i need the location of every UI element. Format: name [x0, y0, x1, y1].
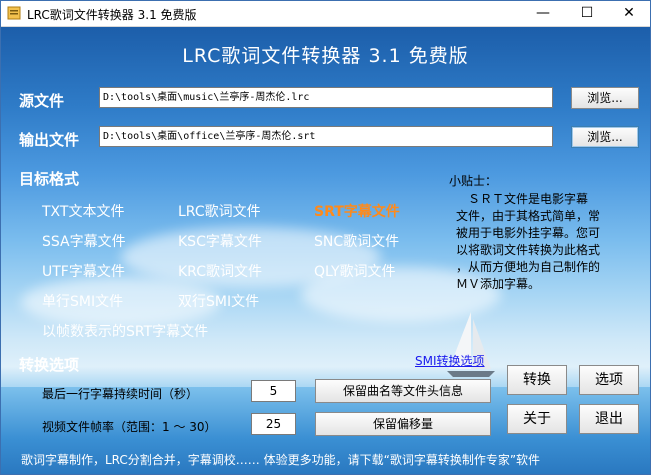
format-krc[interactable]: KRC歌词文件 [178, 261, 262, 281]
source-file-input[interactable]: D:\tools\桌面\music\兰亭序-周杰伦.lrc [99, 87, 553, 108]
sailboat-image [447, 312, 495, 377]
format-srt-selected[interactable]: SRT字幕文件 [314, 201, 400, 221]
last-duration-input[interactable]: 5 [251, 380, 296, 402]
output-file-label: 输出文件 [19, 131, 80, 149]
window-title: LRC歌词文件转换器 3.1 免费版 [27, 8, 197, 22]
tip-title: 小贴士： [449, 174, 498, 188]
target-format-label: 目标格式 [19, 170, 80, 188]
convert-button[interactable]: 转换 [507, 365, 567, 395]
app-window: LRC歌词文件转换器 3.1 免费版 — ☐ ✕ LRC歌词文件转换器 3.1 … [0, 0, 651, 475]
tip-line: 文件，由于其格式简单，常 [456, 209, 601, 223]
options-button[interactable]: 选项 [579, 365, 639, 395]
format-frame-srt[interactable]: 以帧数表示的SRT字幕文件 [42, 321, 208, 341]
tip-line: 被用于电影外挂字幕。您可 [456, 226, 601, 240]
tip-line: ，从而方便地为自己制作的 [456, 260, 601, 274]
footer-promo-text[interactable]: 歌词字幕制作，LRC分割合并，字幕调校…… 体验更多功能，请下载“歌词字幕转换制… [21, 451, 540, 468]
output-browse-button[interactable]: 浏览... [571, 126, 639, 148]
main-panel: LRC歌词文件转换器 3.1 免费版 源文件 D:\tools\桌面\music… [1, 27, 650, 474]
close-button[interactable]: ✕ [609, 1, 649, 26]
frame-rate-input[interactable]: 25 [251, 413, 296, 435]
last-duration-label: 最后一行字幕持续时间（秒） [42, 387, 199, 401]
conversion-options-label: 转换选项 [19, 356, 80, 374]
tip-line: 以将歌词文件转换为此格式 [456, 243, 601, 257]
format-double-smi[interactable]: 双行SMI文件 [178, 291, 259, 311]
title-bar: LRC歌词文件转换器 3.1 免费版 — ☐ ✕ [1, 1, 650, 27]
about-button[interactable]: 关于 [507, 404, 567, 434]
frame-rate-label: 视频文件帧率（范围：1 ～ 30） [42, 420, 217, 434]
format-utf[interactable]: UTF字幕文件 [42, 261, 125, 281]
format-snc[interactable]: SNC歌词文件 [314, 231, 399, 251]
source-file-label: 源文件 [19, 92, 65, 110]
output-file-input[interactable]: D:\tools\桌面\office\兰亭序-周杰伦.srt [99, 126, 553, 147]
smi-options-link[interactable]: SMI转换选项 [415, 352, 485, 369]
keep-offset-button[interactable]: 保留偏移量 [315, 412, 491, 436]
maximize-button[interactable]: ☐ [567, 1, 607, 26]
app-icon [7, 6, 21, 20]
format-single-smi[interactable]: 单行SMI文件 [42, 291, 123, 311]
tip-line: ＭＶ添加字幕。 [456, 277, 541, 291]
tip-line: ＳＲＴ文件是电影字幕 [456, 192, 589, 206]
format-lrc[interactable]: LRC歌词文件 [178, 201, 261, 221]
format-ksc[interactable]: KSC字幕文件 [178, 231, 262, 251]
format-qly[interactable]: QLY歌词文件 [314, 261, 396, 281]
tip-body: ＳＲＴ文件是电影字幕 文件，由于其格式简单，常 被用于电影外挂字幕。您可 以将歌… [456, 191, 628, 293]
source-browse-button[interactable]: 浏览... [571, 87, 639, 109]
exit-button[interactable]: 退出 [579, 404, 639, 434]
keep-header-button[interactable]: 保留曲名等文件头信息 [315, 379, 491, 403]
minimize-button[interactable]: — [523, 1, 563, 26]
format-txt[interactable]: TXT文本文件 [42, 201, 124, 221]
format-ssa[interactable]: SSA字幕文件 [42, 231, 126, 251]
app-title: LRC歌词文件转换器 3.1 免费版 [182, 45, 469, 67]
